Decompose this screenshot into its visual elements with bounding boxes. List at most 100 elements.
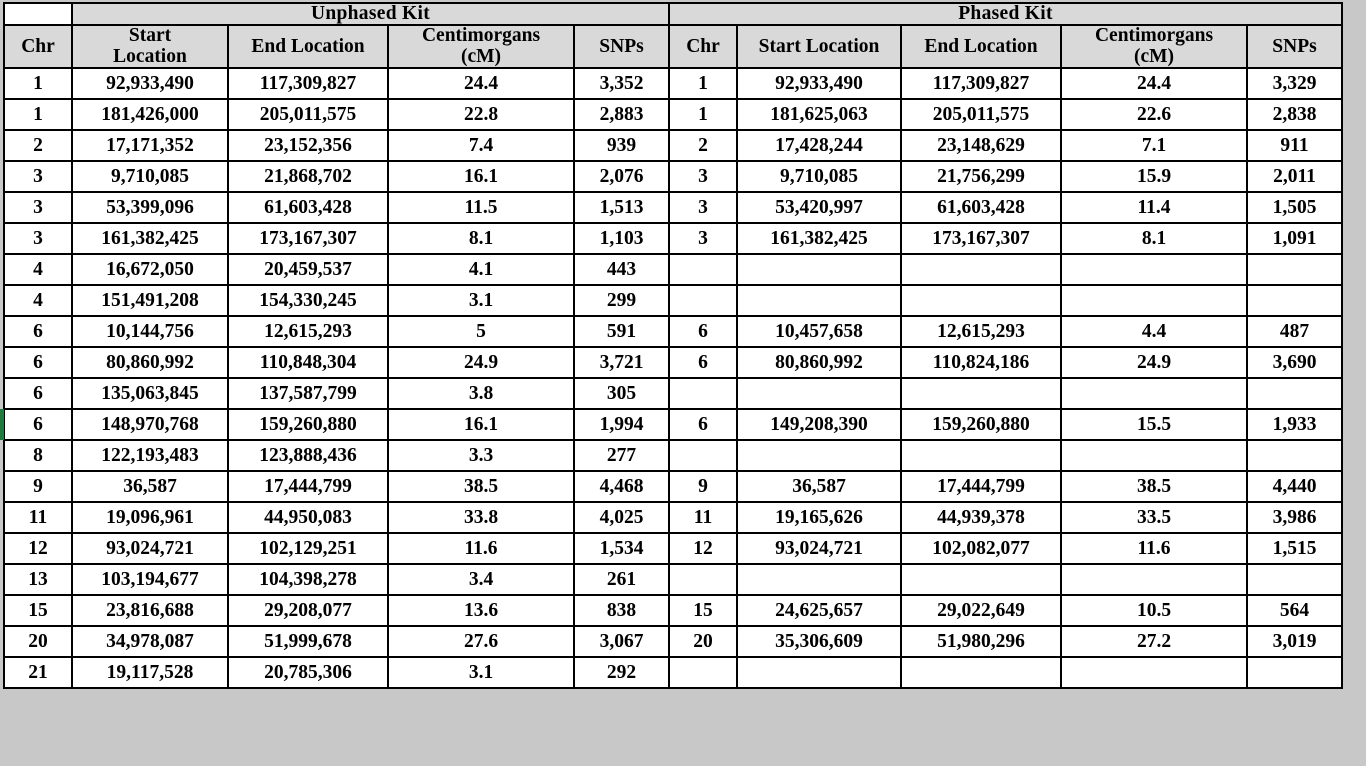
cell-unphased-centimorgans[interactable]: 3.3 (387, 439, 575, 473)
cell-phased-chr[interactable]: 2 (668, 129, 738, 163)
cell-phased-centimorgans[interactable]: 27.2 (1060, 625, 1248, 659)
cell-phased-snps[interactable]: 1,933 (1246, 408, 1343, 442)
cell-phased-end-location[interactable]: 29,022,649 (900, 594, 1062, 628)
cell-phased-chr[interactable] (668, 284, 738, 318)
cell-unphased-snps[interactable]: 261 (573, 563, 670, 597)
cell-unphased-chr[interactable]: 4 (3, 284, 73, 318)
cell-unphased-snps[interactable]: 443 (573, 253, 670, 287)
cell-phased-chr[interactable] (668, 656, 738, 690)
cell-unphased-end-location[interactable]: 159,260,880 (227, 408, 389, 442)
cell-unphased-centimorgans[interactable]: 3.1 (387, 284, 575, 318)
cell-phased-start-location[interactable]: 53,420,997 (736, 191, 902, 225)
cell-phased-start-location[interactable]: 24,625,657 (736, 594, 902, 628)
cell-phased-snps[interactable]: 911 (1246, 129, 1343, 163)
cell-phased-chr[interactable] (668, 439, 738, 473)
cell-unphased-snps[interactable]: 3,721 (573, 346, 670, 380)
cell-unphased-chr[interactable]: 1 (3, 98, 73, 132)
cell-phased-start-location[interactable]: 9,710,085 (736, 160, 902, 194)
cell-unphased-chr[interactable]: 6 (3, 377, 73, 411)
cell-unphased-chr[interactable]: 9 (3, 470, 73, 504)
cell-unphased-start-location[interactable]: 19,117,528 (71, 656, 229, 690)
cell-unphased-start-location[interactable]: 93,024,721 (71, 532, 229, 566)
cell-phased-centimorgans[interactable] (1060, 253, 1248, 287)
cell-unphased-end-location[interactable]: 51,999,678 (227, 625, 389, 659)
cell-unphased-centimorgans[interactable]: 16.1 (387, 160, 575, 194)
cell-unphased-end-location[interactable]: 123,888,436 (227, 439, 389, 473)
cell-phased-end-location[interactable]: 159,260,880 (900, 408, 1062, 442)
cell-unphased-end-location[interactable]: 137,587,799 (227, 377, 389, 411)
cell-unphased-end-location[interactable]: 23,152,356 (227, 129, 389, 163)
cell-unphased-start-location[interactable]: 122,193,483 (71, 439, 229, 473)
cell-phased-end-location[interactable]: 117,309,827 (900, 67, 1062, 101)
cell-phased-chr[interactable]: 3 (668, 191, 738, 225)
cell-unphased-snps[interactable]: 3,067 (573, 625, 670, 659)
cell-phased-snps[interactable]: 1,515 (1246, 532, 1343, 566)
cell-phased-centimorgans[interactable]: 15.5 (1060, 408, 1248, 442)
cell-phased-chr[interactable]: 6 (668, 408, 738, 442)
cell-unphased-snps[interactable]: 939 (573, 129, 670, 163)
cell-unphased-centimorgans[interactable]: 3.8 (387, 377, 575, 411)
cell-phased-start-location[interactable]: 10,457,658 (736, 315, 902, 349)
cell-phased-chr[interactable]: 3 (668, 160, 738, 194)
cell-unphased-centimorgans[interactable]: 38.5 (387, 470, 575, 504)
cell-phased-end-location[interactable] (900, 439, 1062, 473)
cell-phased-chr[interactable] (668, 563, 738, 597)
cell-phased-end-location[interactable] (900, 656, 1062, 690)
cell-phased-end-location[interactable] (900, 253, 1062, 287)
cell-unphased-snps[interactable]: 1,534 (573, 532, 670, 566)
cell-unphased-centimorgans[interactable]: 16.1 (387, 408, 575, 442)
cell-unphased-start-location[interactable]: 16,672,050 (71, 253, 229, 287)
cell-unphased-snps[interactable]: 292 (573, 656, 670, 690)
cell-unphased-centimorgans[interactable]: 13.6 (387, 594, 575, 628)
cell-phased-start-location[interactable] (736, 377, 902, 411)
cell-unphased-chr[interactable]: 21 (3, 656, 73, 690)
cell-phased-end-location[interactable]: 44,939,378 (900, 501, 1062, 535)
cell-unphased-centimorgans[interactable]: 3.1 (387, 656, 575, 690)
cell-phased-end-location[interactable]: 205,011,575 (900, 98, 1062, 132)
cell-unphased-start-location[interactable]: 53,399,096 (71, 191, 229, 225)
cell-phased-snps[interactable]: 3,019 (1246, 625, 1343, 659)
cell-unphased-end-location[interactable]: 154,330,245 (227, 284, 389, 318)
cell-unphased-end-location[interactable]: 12,615,293 (227, 315, 389, 349)
cell-phased-chr[interactable]: 1 (668, 98, 738, 132)
cell-phased-snps[interactable]: 1,091 (1246, 222, 1343, 256)
cell-unphased-centimorgans[interactable]: 7.4 (387, 129, 575, 163)
cell-phased-end-location[interactable]: 61,603,428 (900, 191, 1062, 225)
cell-unphased-end-location[interactable]: 110,848,304 (227, 346, 389, 380)
cell-unphased-chr[interactable]: 2 (3, 129, 73, 163)
cell-phased-centimorgans[interactable]: 24.9 (1060, 346, 1248, 380)
cell-unphased-end-location[interactable]: 20,459,537 (227, 253, 389, 287)
cell-unphased-start-location[interactable]: 80,860,992 (71, 346, 229, 380)
cell-unphased-start-location[interactable]: 161,382,425 (71, 222, 229, 256)
cell-unphased-chr[interactable]: 4 (3, 253, 73, 287)
cell-phased-centimorgans[interactable]: 24.4 (1060, 67, 1248, 101)
cell-unphased-chr[interactable]: 12 (3, 532, 73, 566)
cell-unphased-chr[interactable]: 1 (3, 67, 73, 101)
cell-phased-end-location[interactable] (900, 563, 1062, 597)
cell-unphased-snps[interactable]: 4,025 (573, 501, 670, 535)
cell-unphased-start-location[interactable]: 19,096,961 (71, 501, 229, 535)
cell-unphased-end-location[interactable]: 102,129,251 (227, 532, 389, 566)
cell-unphased-chr[interactable]: 3 (3, 191, 73, 225)
cell-phased-centimorgans[interactable]: 8.1 (1060, 222, 1248, 256)
cell-unphased-snps[interactable]: 2,883 (573, 98, 670, 132)
cell-unphased-snps[interactable]: 591 (573, 315, 670, 349)
cell-phased-start-location[interactable] (736, 563, 902, 597)
cell-unphased-end-location[interactable]: 20,785,306 (227, 656, 389, 690)
cell-phased-start-location[interactable]: 19,165,626 (736, 501, 902, 535)
cell-unphased-start-location[interactable]: 23,816,688 (71, 594, 229, 628)
cell-phased-snps[interactable]: 3,690 (1246, 346, 1343, 380)
cell-unphased-start-location[interactable]: 92,933,490 (71, 67, 229, 101)
cell-phased-centimorgans[interactable]: 33.5 (1060, 501, 1248, 535)
cell-phased-snps[interactable] (1246, 377, 1343, 411)
cell-phased-chr[interactable]: 6 (668, 346, 738, 380)
cell-unphased-centimorgans[interactable]: 24.9 (387, 346, 575, 380)
cell-phased-chr[interactable]: 15 (668, 594, 738, 628)
cell-unphased-centimorgans[interactable]: 8.1 (387, 222, 575, 256)
cell-unphased-snps[interactable]: 1,994 (573, 408, 670, 442)
cell-phased-centimorgans[interactable] (1060, 284, 1248, 318)
cell-unphased-start-location[interactable]: 148,970,768 (71, 408, 229, 442)
cell-phased-centimorgans[interactable]: 22.6 (1060, 98, 1248, 132)
cell-phased-snps[interactable] (1246, 439, 1343, 473)
cell-phased-end-location[interactable]: 51,980,296 (900, 625, 1062, 659)
